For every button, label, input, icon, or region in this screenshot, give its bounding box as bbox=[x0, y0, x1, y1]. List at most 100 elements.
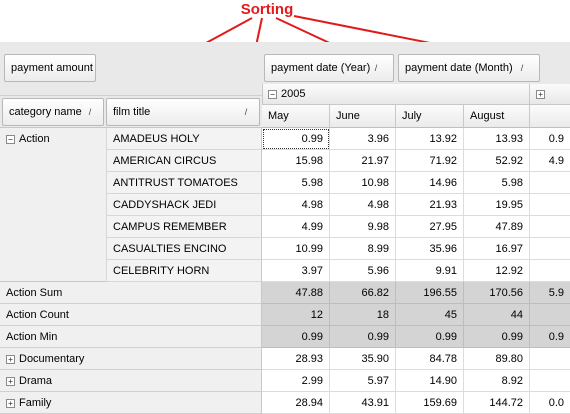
value-cell[interactable]: 89.80 bbox=[464, 348, 530, 370]
data-field-payment-amount[interactable]: payment amount bbox=[4, 54, 96, 82]
total-cell[interactable]: 44 bbox=[464, 304, 530, 326]
total-cell[interactable]: 0.99 bbox=[262, 326, 330, 348]
value-cell[interactable]: 8.99 bbox=[330, 238, 396, 260]
year-header-2006[interactable]: +2006 bbox=[530, 84, 570, 121]
value-cell[interactable]: 10.98 bbox=[330, 172, 396, 194]
category-row-family[interactable]: + Family bbox=[0, 392, 262, 414]
value-cell[interactable] bbox=[530, 238, 570, 260]
value-cell[interactable]: 5.97 bbox=[330, 370, 396, 392]
value-cell[interactable]: 8.92 bbox=[464, 370, 530, 392]
film-cell[interactable]: CASUALTIES ENCINO bbox=[106, 238, 262, 260]
value-cell[interactable]: 28.93 bbox=[262, 348, 330, 370]
value-cell[interactable]: 19.95 bbox=[464, 194, 530, 216]
value-cell[interactable]: 13.93 bbox=[464, 128, 530, 150]
sort-icon[interactable]: / bbox=[85, 106, 95, 118]
value-cell[interactable] bbox=[530, 260, 570, 282]
total-cell[interactable]: 0.9 bbox=[530, 326, 570, 348]
sort-icon[interactable]: / bbox=[241, 106, 251, 118]
value-cell[interactable]: 16.97 bbox=[464, 238, 530, 260]
value-cell[interactable]: 4.98 bbox=[330, 194, 396, 216]
film-cell[interactable]: CELEBRITY HORN bbox=[106, 260, 262, 282]
total-cell[interactable]: 18 bbox=[330, 304, 396, 326]
film-cell[interactable]: AMADEUS HOLY bbox=[106, 128, 262, 150]
total-cell[interactable]: 0.99 bbox=[330, 326, 396, 348]
value-cell[interactable]: 10.99 bbox=[262, 238, 330, 260]
value-cell[interactable]: 0.99 bbox=[262, 128, 330, 150]
sort-icon[interactable]: / bbox=[517, 62, 527, 74]
value-cell[interactable] bbox=[530, 348, 570, 370]
value-cell[interactable] bbox=[530, 194, 570, 216]
value-cell[interactable]: 0.9 bbox=[530, 128, 570, 150]
expand-icon[interactable]: + bbox=[536, 89, 545, 99]
value-cell[interactable]: 35.96 bbox=[396, 238, 464, 260]
total-cell[interactable]: 0.99 bbox=[396, 326, 464, 348]
value-cell[interactable]: 144.72 bbox=[464, 392, 530, 414]
category-row-drama[interactable]: + Drama bbox=[0, 370, 262, 392]
value-cell[interactable]: 3.96 bbox=[330, 128, 396, 150]
value-cell[interactable]: 4.98 bbox=[262, 194, 330, 216]
column-field-month[interactable]: payment date (Month) / bbox=[398, 54, 540, 82]
column-field-month-label: payment date (Month) bbox=[405, 62, 513, 74]
month-header-june[interactable]: June bbox=[330, 105, 396, 128]
value-cell[interactable]: 47.89 bbox=[464, 216, 530, 238]
film-cell[interactable]: CADDYSHACK JEDI bbox=[106, 194, 262, 216]
total-cell[interactable]: 66.82 bbox=[330, 282, 396, 304]
row-field-category[interactable]: category name / bbox=[2, 98, 104, 126]
total-cell[interactable]: 196.55 bbox=[396, 282, 464, 304]
value-cell[interactable]: 28.94 bbox=[262, 392, 330, 414]
value-cell[interactable]: 4.99 bbox=[262, 216, 330, 238]
value-cell[interactable]: 9.98 bbox=[330, 216, 396, 238]
value-cell[interactable]: 12.92 bbox=[464, 260, 530, 282]
value-cell[interactable]: 5.96 bbox=[330, 260, 396, 282]
value-cell[interactable]: 21.97 bbox=[330, 150, 396, 172]
expand-icon[interactable]: + bbox=[6, 354, 15, 364]
month-header-may[interactable]: May bbox=[262, 105, 330, 128]
value-cell[interactable]: 43.91 bbox=[330, 392, 396, 414]
value-cell[interactable]: 159.69 bbox=[396, 392, 464, 414]
value-cell[interactable]: 2.99 bbox=[262, 370, 330, 392]
row-field-film[interactable]: film title / bbox=[106, 98, 260, 126]
value-cell[interactable] bbox=[530, 216, 570, 238]
film-cell[interactable]: AMERICAN CIRCUS bbox=[106, 150, 262, 172]
value-cell[interactable]: 27.95 bbox=[396, 216, 464, 238]
film-cell[interactable]: CAMPUS REMEMBER bbox=[106, 216, 262, 238]
value-cell[interactable]: 84.78 bbox=[396, 348, 464, 370]
value-cell[interactable]: 3.97 bbox=[262, 260, 330, 282]
value-cell[interactable]: 21.93 bbox=[396, 194, 464, 216]
expand-icon[interactable]: + bbox=[6, 376, 15, 386]
collapse-icon[interactable]: − bbox=[6, 134, 15, 144]
value-cell[interactable]: 0.0 bbox=[530, 392, 570, 414]
value-cell[interactable]: 14.90 bbox=[396, 370, 464, 392]
category-label: Family bbox=[19, 397, 52, 409]
value-cell[interactable]: 71.92 bbox=[396, 150, 464, 172]
value-cell[interactable]: 52.92 bbox=[464, 150, 530, 172]
category-row-documentary[interactable]: + Documentary bbox=[0, 348, 262, 370]
value-cell[interactable]: 35.90 bbox=[330, 348, 396, 370]
month-header-july[interactable]: July bbox=[396, 105, 464, 128]
value-cell[interactable]: 5.98 bbox=[262, 172, 330, 194]
month-header-august[interactable]: August bbox=[464, 105, 530, 128]
value-cell[interactable] bbox=[530, 172, 570, 194]
collapse-icon[interactable]: − bbox=[268, 89, 277, 99]
value-cell[interactable]: 4.9 bbox=[530, 150, 570, 172]
sort-icon[interactable]: / bbox=[371, 62, 381, 74]
value-cell[interactable]: 14.96 bbox=[396, 172, 464, 194]
value-cell[interactable]: 13.92 bbox=[396, 128, 464, 150]
total-cell[interactable]: 5.9 bbox=[530, 282, 570, 304]
total-cell[interactable]: 0.99 bbox=[464, 326, 530, 348]
total-cell[interactable]: 170.56 bbox=[464, 282, 530, 304]
total-cell[interactable]: 45 bbox=[396, 304, 464, 326]
value-cell[interactable]: 5.98 bbox=[464, 172, 530, 194]
value-cell[interactable]: 15.98 bbox=[262, 150, 330, 172]
total-cell[interactable]: 47.88 bbox=[262, 282, 330, 304]
value-cell[interactable]: 9.91 bbox=[396, 260, 464, 282]
category-label: Drama bbox=[19, 375, 53, 387]
value-cell[interactable] bbox=[530, 370, 570, 392]
total-cell[interactable] bbox=[530, 304, 570, 326]
expand-icon[interactable]: + bbox=[6, 398, 15, 408]
column-field-year[interactable]: payment date (Year) / bbox=[264, 54, 394, 82]
total-cell[interactable]: 12 bbox=[262, 304, 330, 326]
category-cell-action[interactable]: − Action bbox=[0, 128, 106, 282]
year-header-2005[interactable]: −2005 bbox=[262, 84, 530, 105]
film-cell[interactable]: ANTITRUST TOMATOES bbox=[106, 172, 262, 194]
